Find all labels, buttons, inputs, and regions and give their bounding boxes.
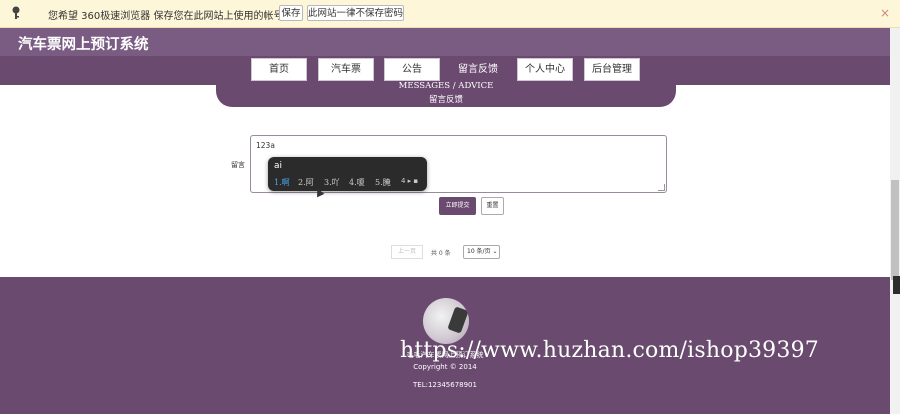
key-icon — [12, 6, 20, 19]
nav-feedback[interactable]: 留言反馈 — [450, 58, 506, 81]
ime-candidate-popup: ai 1.啊 2.阿 3.吖 4.嗄 5.腌 4 ▸ ▪ — [268, 157, 427, 191]
page-size-value: 10 条/页 — [467, 248, 491, 255]
logo-figure — [447, 306, 469, 334]
resize-grip-icon[interactable] — [658, 184, 665, 191]
ime-candidate[interactable]: 2.阿 — [298, 177, 314, 188]
chevron-down-icon: ⌄ — [492, 248, 498, 255]
total-count: 共 0 条 — [431, 250, 451, 257]
password-bar-message: 您希望 360极速浏览器 保存您在此网站上使用的帐号吗? — [48, 11, 299, 22]
submit-button[interactable]: 立即提交 — [439, 197, 476, 215]
ime-candidate[interactable]: 5.腌 — [375, 177, 391, 188]
nav-bus-tickets[interactable]: 汽车票 — [318, 58, 374, 81]
ime-pager[interactable]: 4 ▸ ▪ — [401, 177, 418, 185]
message-value: 123a — [256, 141, 275, 150]
section-title-cn: 留言反馈 — [428, 95, 463, 105]
password-save-bar: 您希望 360极速浏览器 保存您在此网站上使用的帐号吗? 保存 此网站一律不保存… — [0, 0, 900, 28]
never-save-button[interactable]: 此网站一律不保存密码 — [307, 5, 404, 21]
site-header: 汽车票网上预订系统 — [0, 28, 890, 56]
save-password-button[interactable]: 保存 — [279, 5, 303, 21]
ime-composition: ai — [274, 161, 283, 171]
side-float-tab[interactable] — [893, 276, 900, 294]
footer-copyright: Copyright © 2014 — [413, 363, 477, 371]
reset-button[interactable]: 重置 — [481, 197, 504, 215]
close-icon[interactable]: × — [880, 6, 890, 20]
section-title-en: MESSAGES / ADVICE — [398, 81, 494, 91]
watermark-text: https://www.huzhan.com/ishop39397 — [400, 338, 819, 363]
footer-phone: TEL:12345678901 — [413, 381, 477, 389]
ime-candidate[interactable]: 1.啊 — [274, 177, 290, 188]
page-size-select[interactable]: 10 条/页 ⌄ — [463, 245, 500, 259]
nav-announcements[interactable]: 公告 — [384, 58, 440, 81]
nav-user-center[interactable]: 个人中心 — [517, 58, 573, 81]
ime-candidate[interactable]: 3.吖 — [324, 177, 340, 188]
nav-admin[interactable]: 后台管理 — [584, 58, 640, 81]
prev-page-button[interactable]: 上一页 — [391, 245, 423, 259]
ime-candidate[interactable]: 4.嗄 — [349, 177, 365, 188]
scrollbar-thumb[interactable] — [891, 180, 899, 280]
site-title: 汽车票网上预订系统 — [18, 37, 149, 53]
nav-home[interactable]: 首页 — [251, 58, 307, 81]
message-label: 留言 — [231, 161, 245, 169]
